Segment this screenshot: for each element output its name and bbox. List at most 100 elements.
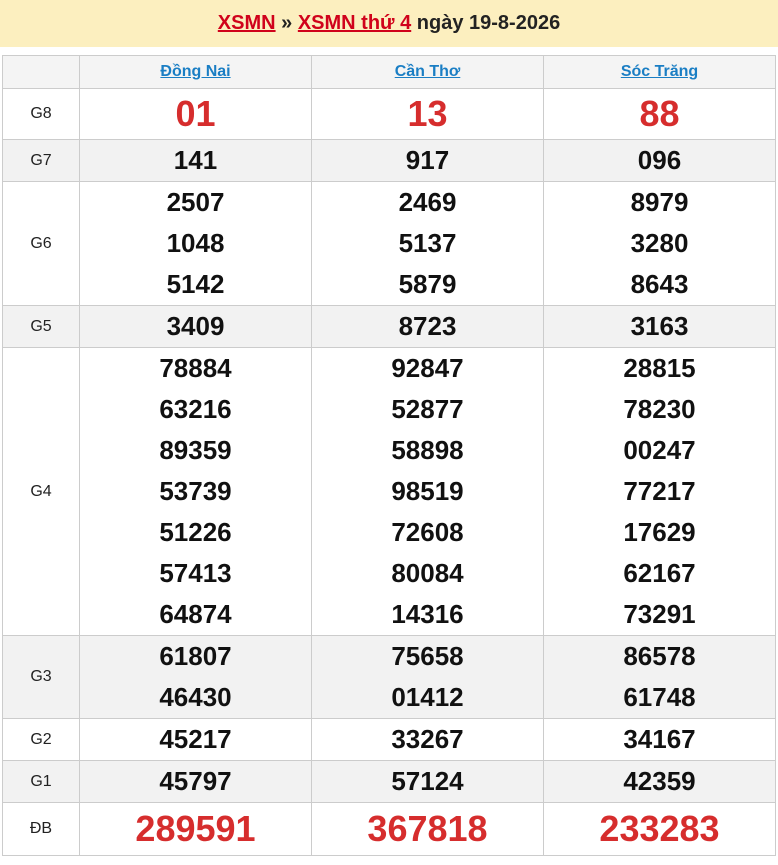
xsmn-weekday-link[interactable]: XSMN thứ 4 [298, 12, 411, 34]
prize-cell: 8723 [311, 305, 544, 348]
breadcrumb-separator: » [275, 12, 298, 34]
prize-row-g4: G4 78884 63216 89359 53739 51226 57413 64874 928… [2, 347, 776, 636]
winning-number: 8723 [398, 311, 457, 341]
prize-row-g2: G2 45217 33267 34167 [2, 718, 776, 761]
prize-cell: 2507 1048 5142 [79, 181, 312, 306]
winning-number: 42359 [623, 766, 696, 796]
winning-number: 3280 [630, 228, 689, 258]
prize-cell: 86578 61748 [543, 635, 776, 719]
province-link-dong-nai[interactable]: Đồng Nai [160, 63, 230, 80]
prize-cell: 13 [311, 88, 544, 140]
prize-label: ĐB [2, 802, 80, 856]
winning-number: 5142 [166, 269, 225, 299]
prize-cell: 78884 63216 89359 53739 51226 57413 64874 [79, 347, 312, 636]
prize-row-g6: G6 2507 1048 5142 2469 5137 5879 8979 3280 8643 [2, 181, 776, 306]
prize-label: G2 [2, 718, 80, 761]
winning-number: 28815 [623, 353, 696, 383]
winning-number: 33267 [391, 724, 464, 754]
prize-cell: 57124 [311, 760, 544, 803]
winning-number: 57413 [159, 558, 232, 588]
prize-cell: 233283 [543, 802, 776, 856]
prize-label: G7 [2, 139, 80, 182]
winning-number: 096 [637, 145, 682, 175]
winning-number: 78884 [159, 353, 232, 383]
results-table: Đồng Nai Cần Thơ Sóc Trăng G8 01 13 88 G7 141… [2, 55, 776, 856]
winning-number: 61748 [623, 682, 696, 712]
results-header: XSMN » XSMN thứ 4 ngày 19-8-2026 [0, 0, 778, 47]
prize-cell: 34167 [543, 718, 776, 761]
prize-cell: 3163 [543, 305, 776, 348]
winning-number: 01 [175, 93, 216, 134]
winning-number: 46430 [159, 682, 232, 712]
province-link-soc-trang[interactable]: Sóc Trăng [621, 63, 698, 80]
winning-number: 52877 [391, 394, 464, 424]
winning-number: 63216 [159, 394, 232, 424]
prize-row-đb: ĐB 289591 367818 233283 [2, 802, 776, 856]
winning-number: 53739 [159, 476, 232, 506]
prize-row-g1: G1 45797 57124 42359 [2, 760, 776, 803]
prize-row-g3: G3 61807 46430 75658 01412 86578 61748 [2, 635, 776, 719]
winning-number: 89359 [159, 435, 232, 465]
province-header: Cần Thơ [311, 55, 544, 89]
winning-number: 8643 [630, 269, 689, 299]
winning-number: 01412 [391, 682, 464, 712]
prize-cell: 75658 01412 [311, 635, 544, 719]
prize-cell: 289591 [79, 802, 312, 856]
prize-cell: 096 [543, 139, 776, 182]
province-header: Đồng Nai [79, 55, 312, 89]
winning-number: 13 [407, 93, 448, 134]
prize-cell: 42359 [543, 760, 776, 803]
winning-number: 3163 [630, 311, 689, 341]
prize-label: G6 [2, 181, 80, 306]
winning-number: 14316 [391, 599, 464, 629]
xsmn-link[interactable]: XSMN [218, 12, 276, 34]
winning-number: 75658 [391, 641, 464, 671]
winning-number: 5879 [398, 269, 457, 299]
prize-cell: 3409 [79, 305, 312, 348]
winning-number: 3409 [166, 311, 225, 341]
prize-cell: 141 [79, 139, 312, 182]
winning-number: 86578 [623, 641, 696, 671]
winning-number: 2469 [398, 187, 457, 217]
prize-cell: 28815 78230 00247 77217 17629 62167 73291 [543, 347, 776, 636]
prize-label: G5 [2, 305, 80, 348]
prize-label: G8 [2, 88, 80, 140]
prize-row-g8: G8 01 13 88 [2, 88, 776, 140]
prize-row-g7: G7 141 917 096 [2, 139, 776, 182]
prize-cell: 92847 52877 58898 98519 72608 80084 14316 [311, 347, 544, 636]
winning-number: 917 [405, 145, 450, 175]
prize-row-g5: G5 3409 8723 3163 [2, 305, 776, 348]
prize-cell: 01 [79, 88, 312, 140]
prize-label: G3 [2, 635, 80, 719]
winning-number: 34167 [623, 724, 696, 754]
winning-number: 45797 [159, 766, 232, 796]
winning-number: 5137 [398, 228, 457, 258]
prize-label: G4 [2, 347, 80, 636]
winning-number: 77217 [623, 476, 696, 506]
prize-cell: 45797 [79, 760, 312, 803]
winning-number: 92847 [391, 353, 464, 383]
winning-number: 141 [173, 145, 218, 175]
winning-number: 367818 [367, 808, 488, 849]
winning-number: 78230 [623, 394, 696, 424]
province-header: Sóc Trăng [543, 55, 776, 89]
prize-cell: 367818 [311, 802, 544, 856]
prize-cell: 2469 5137 5879 [311, 181, 544, 306]
winning-number: 80084 [391, 558, 464, 588]
winning-number: 51226 [159, 517, 232, 547]
prize-cell: 61807 46430 [79, 635, 312, 719]
winning-number: 98519 [391, 476, 464, 506]
prize-cell: 8979 3280 8643 [543, 181, 776, 306]
winning-number: 289591 [135, 808, 256, 849]
province-link-can-tho[interactable]: Cần Thơ [395, 63, 461, 80]
winning-number: 2507 [166, 187, 225, 217]
winning-number: 64874 [159, 599, 232, 629]
winning-number: 88 [639, 93, 680, 134]
winning-number: 58898 [391, 435, 464, 465]
prize-cell: 33267 [311, 718, 544, 761]
prize-label: G1 [2, 760, 80, 803]
winning-number: 1048 [166, 228, 225, 258]
winning-number: 61807 [159, 641, 232, 671]
province-header-row: Đồng Nai Cần Thơ Sóc Trăng [2, 55, 776, 89]
winning-number: 57124 [391, 766, 464, 796]
